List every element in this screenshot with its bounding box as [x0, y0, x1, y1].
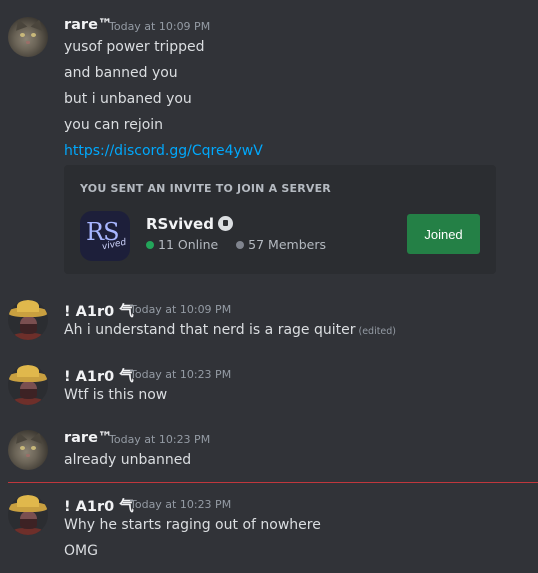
author-name[interactable]: rare™ [64, 430, 112, 446]
invite-link[interactable]: https://discord.gg/Cqre4ywV [64, 143, 263, 159]
timestamp: Today at 10:23 PM [130, 498, 232, 511]
message-line: Wtf is this now [64, 387, 168, 403]
message-line: yusof power tripped [64, 39, 205, 55]
avatar-rare[interactable] [8, 17, 48, 57]
avatar-a1r0[interactable] [8, 495, 48, 535]
invite-header: YOU SENT AN INVITE TO JOIN A SERVER [80, 182, 331, 195]
server-name[interactable]: RSvived [146, 215, 233, 233]
timestamp: Today at 10:09 PM [109, 20, 211, 33]
verified-badge-icon [217, 216, 233, 231]
message-line: already unbanned [64, 452, 192, 468]
server-icon[interactable]: RS vived [80, 211, 130, 261]
joined-button[interactable]: Joined [407, 214, 480, 254]
message-line: Why he starts raging out of nowhere [64, 517, 321, 533]
online-dot-icon [146, 241, 154, 249]
members-dot-icon [236, 241, 245, 249]
server-invite-embed: YOU SENT AN INVITE TO JOIN A SERVER RS v… [64, 165, 496, 274]
message-line: OMG [64, 543, 98, 559]
message-line: and banned you [64, 65, 178, 81]
member-count: 57 Members [248, 237, 326, 252]
author-name[interactable]: ! A1r0 气 [64, 300, 134, 321]
timestamp: Today at 10:09 PM [130, 303, 232, 316]
online-count: 11 Online [158, 237, 219, 252]
message-line: but i unbaned you [64, 91, 192, 107]
server-stats: 11 Online 57 Members [146, 237, 326, 252]
avatar-a1r0[interactable] [8, 365, 48, 405]
message-line: Ah i understand that nerd is a rage quit… [64, 322, 397, 338]
timestamp: Today at 10:23 PM [109, 433, 211, 446]
author-name[interactable]: ! A1r0 气 [64, 495, 134, 516]
avatar-a1r0[interactable] [8, 300, 48, 340]
timestamp: Today at 10:23 PM [130, 368, 232, 381]
author-name[interactable]: ! A1r0 气 [64, 365, 134, 386]
edited-tag: (edited) [358, 326, 397, 337]
message-line: you can rejoin [64, 117, 164, 133]
new-messages-divider [8, 482, 538, 483]
avatar-rare[interactable] [8, 430, 48, 470]
author-name[interactable]: rare™ [64, 17, 112, 33]
